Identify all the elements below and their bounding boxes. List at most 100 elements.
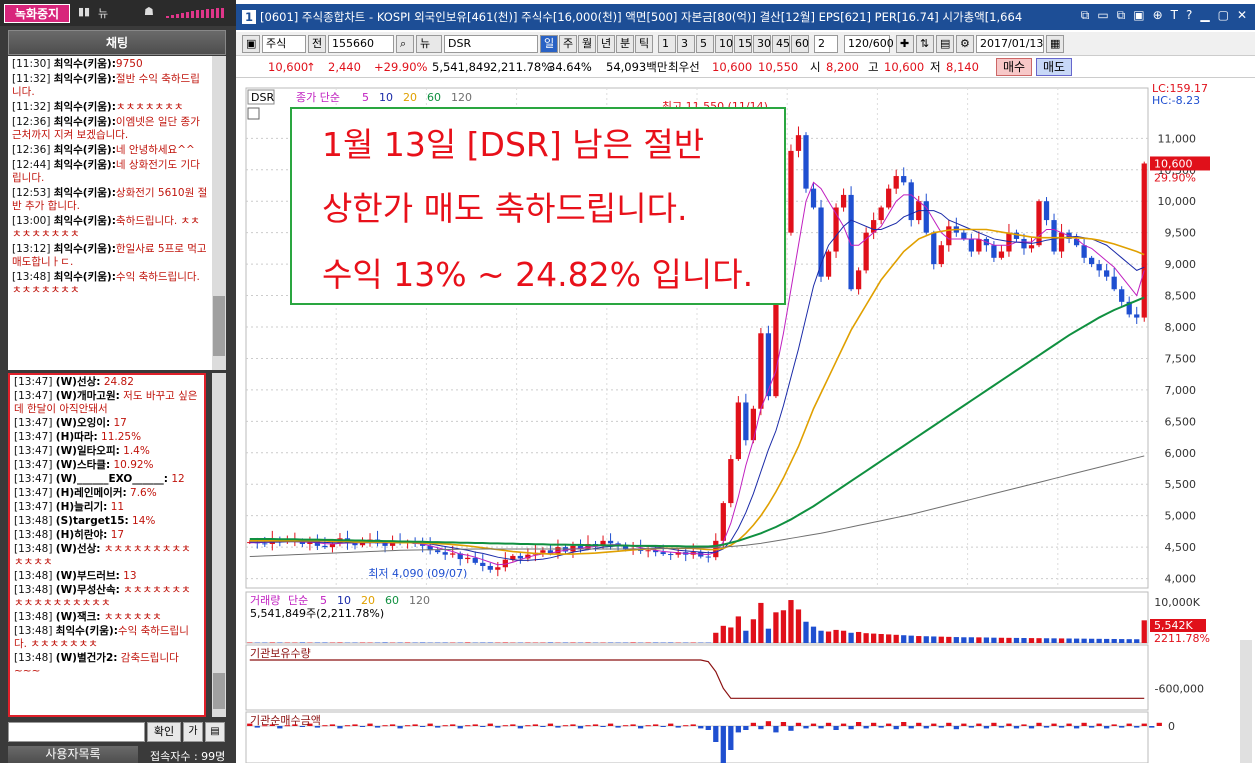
inst-net-bar [1051, 724, 1056, 726]
inst-net-bar [661, 726, 666, 727]
minimize-icon[interactable]: ▁ [1198, 4, 1211, 26]
inst-net-bar [540, 726, 545, 727]
chat-time: [13:47] [14, 501, 52, 513]
chat-text: 13 [120, 570, 137, 582]
pause-icon[interactable]: ▮▮ [78, 5, 90, 18]
user-chat-message: [13:48] (W)부드러브: 13 [14, 570, 200, 583]
chat-text: 11.25% [98, 431, 141, 443]
candle-body [382, 543, 387, 546]
volume-bar [1014, 638, 1019, 643]
maximize-icon[interactable]: ▢ [1216, 4, 1231, 26]
user-chat-scrollbar[interactable] [212, 373, 226, 717]
split-icon[interactable]: ⇅ [916, 35, 934, 53]
chat-input-row: 확인 가 ▤ [8, 721, 226, 743]
chat-time: [13:48] [14, 543, 52, 555]
inst-net-bar [758, 726, 763, 729]
chat-time: [12:53] [12, 187, 50, 199]
buy-button[interactable]: 매수 [996, 58, 1032, 76]
candle-body [443, 552, 448, 555]
inst-net-bar [615, 726, 620, 728]
date-field[interactable]: 2017/01/13 [976, 35, 1044, 53]
text-icon[interactable]: T [1169, 4, 1180, 26]
period-tab-2[interactable]: 월 [578, 35, 596, 53]
inst-net-bar [841, 724, 846, 726]
minimize-panel-icon[interactable]: ▭ [1095, 4, 1110, 26]
period-tab-4[interactable]: 분 [616, 35, 634, 53]
volume-bar [781, 610, 786, 643]
chart-menu-icon[interactable]: ▣ [242, 35, 260, 53]
memo-button[interactable]: ▤ [205, 722, 225, 742]
chat-time: [13:48] [14, 529, 52, 541]
user-list-button[interactable]: 사용자목록 [8, 746, 138, 763]
chat-time: [13:48] [14, 652, 52, 664]
volume-bar [1051, 638, 1056, 643]
interval-tab-1[interactable]: 3 [677, 35, 695, 53]
volume-bar [668, 642, 673, 643]
maximize-panel-icon[interactable]: ▣ [1131, 4, 1146, 26]
chat-author: (W)스타클: [56, 459, 110, 471]
chat-text: 24.82 [101, 376, 134, 388]
period-tab-1[interactable]: 주 [559, 35, 577, 53]
record-stop-button[interactable]: 녹화중지 [4, 4, 70, 23]
sell-button[interactable]: 매도 [1036, 58, 1072, 76]
inst-net-bar [1097, 724, 1102, 726]
zoom-icon[interactable]: ⊕ [1151, 4, 1165, 26]
interval-tab-5[interactable]: 30 [753, 35, 771, 53]
search-icon[interactable]: ⌕ [396, 35, 414, 53]
price-change-pct: +29.90% [374, 56, 428, 78]
inst-net-bar [548, 724, 553, 726]
inst-net-bar [593, 724, 598, 726]
interval-tab-6[interactable]: 45 [772, 35, 790, 53]
inst-net-bar [1104, 726, 1109, 728]
candle-body [751, 409, 756, 440]
price-tick-label: 9,000 [1165, 258, 1197, 271]
user-chat-message: [13:48] (W)별건가2: 감축드립니다~~~ [14, 652, 200, 678]
volume-bar [300, 642, 305, 643]
host-chat-scrollbar[interactable] [212, 56, 226, 370]
cascade-icon[interactable]: ⧉ [1115, 4, 1128, 26]
legend-label: 종가 단순 [296, 91, 340, 104]
save-icon[interactable]: ▤ [936, 35, 954, 53]
candle-body [1021, 239, 1026, 248]
name-field[interactable]: DSR [444, 35, 538, 53]
all-button[interactable]: 전 [308, 35, 326, 53]
inst-net-bar [360, 726, 365, 727]
chat-input[interactable] [8, 722, 145, 742]
volume-ma-10: 10 [337, 594, 351, 607]
news-icon[interactable]: 뉴 [416, 35, 442, 53]
font-button[interactable]: 가 [183, 722, 203, 742]
restore-icon[interactable]: ⧉ [1079, 4, 1092, 26]
volume-bar [924, 636, 929, 643]
chat-author: (H)늘리기: [56, 501, 108, 513]
period-tab-3[interactable]: 년 [597, 35, 615, 53]
interval-tab-7[interactable]: 60 [791, 35, 809, 53]
gear-icon[interactable]: ⚙ [956, 35, 974, 53]
type-select[interactable]: 주식 [262, 35, 306, 53]
help-icon[interactable]: ? [1184, 4, 1194, 26]
chat-message: [11:30] 최익수(키움):9750 [12, 58, 208, 71]
period-tab-0[interactable]: 일 [540, 35, 558, 53]
chat-author: (H)따라: [56, 431, 98, 443]
code-input[interactable]: 155660 [328, 35, 394, 53]
inst-net-bar [833, 726, 838, 730]
close-icon[interactable]: ✕ [1235, 4, 1249, 26]
interval-tab-0[interactable]: 1 [658, 35, 676, 53]
period-tab-5[interactable]: 틱 [635, 35, 653, 53]
volume-bar [585, 642, 590, 643]
interval-tab-2[interactable]: 5 [696, 35, 714, 53]
news-icon[interactable]: 뉴 [98, 5, 108, 21]
volume-bar [1021, 638, 1026, 643]
inst-net-bar [630, 724, 635, 726]
inst-net-bar [954, 726, 959, 729]
interval-tab-4[interactable]: 15 [734, 35, 752, 53]
calendar-icon[interactable]: ▦ [1046, 35, 1064, 53]
count-select[interactable]: 2 [814, 35, 838, 53]
best-quote-label: 최우선 [668, 56, 700, 78]
chat-author: 최익수(키움): [54, 271, 116, 283]
confirm-button[interactable]: 확인 [147, 722, 181, 742]
high-label: 고 [868, 56, 879, 78]
interval-tab-3[interactable]: 10 [715, 35, 733, 53]
candle-body [803, 135, 808, 188]
crosshair-icon[interactable]: ✚ [896, 35, 914, 53]
candle-body [841, 195, 846, 208]
